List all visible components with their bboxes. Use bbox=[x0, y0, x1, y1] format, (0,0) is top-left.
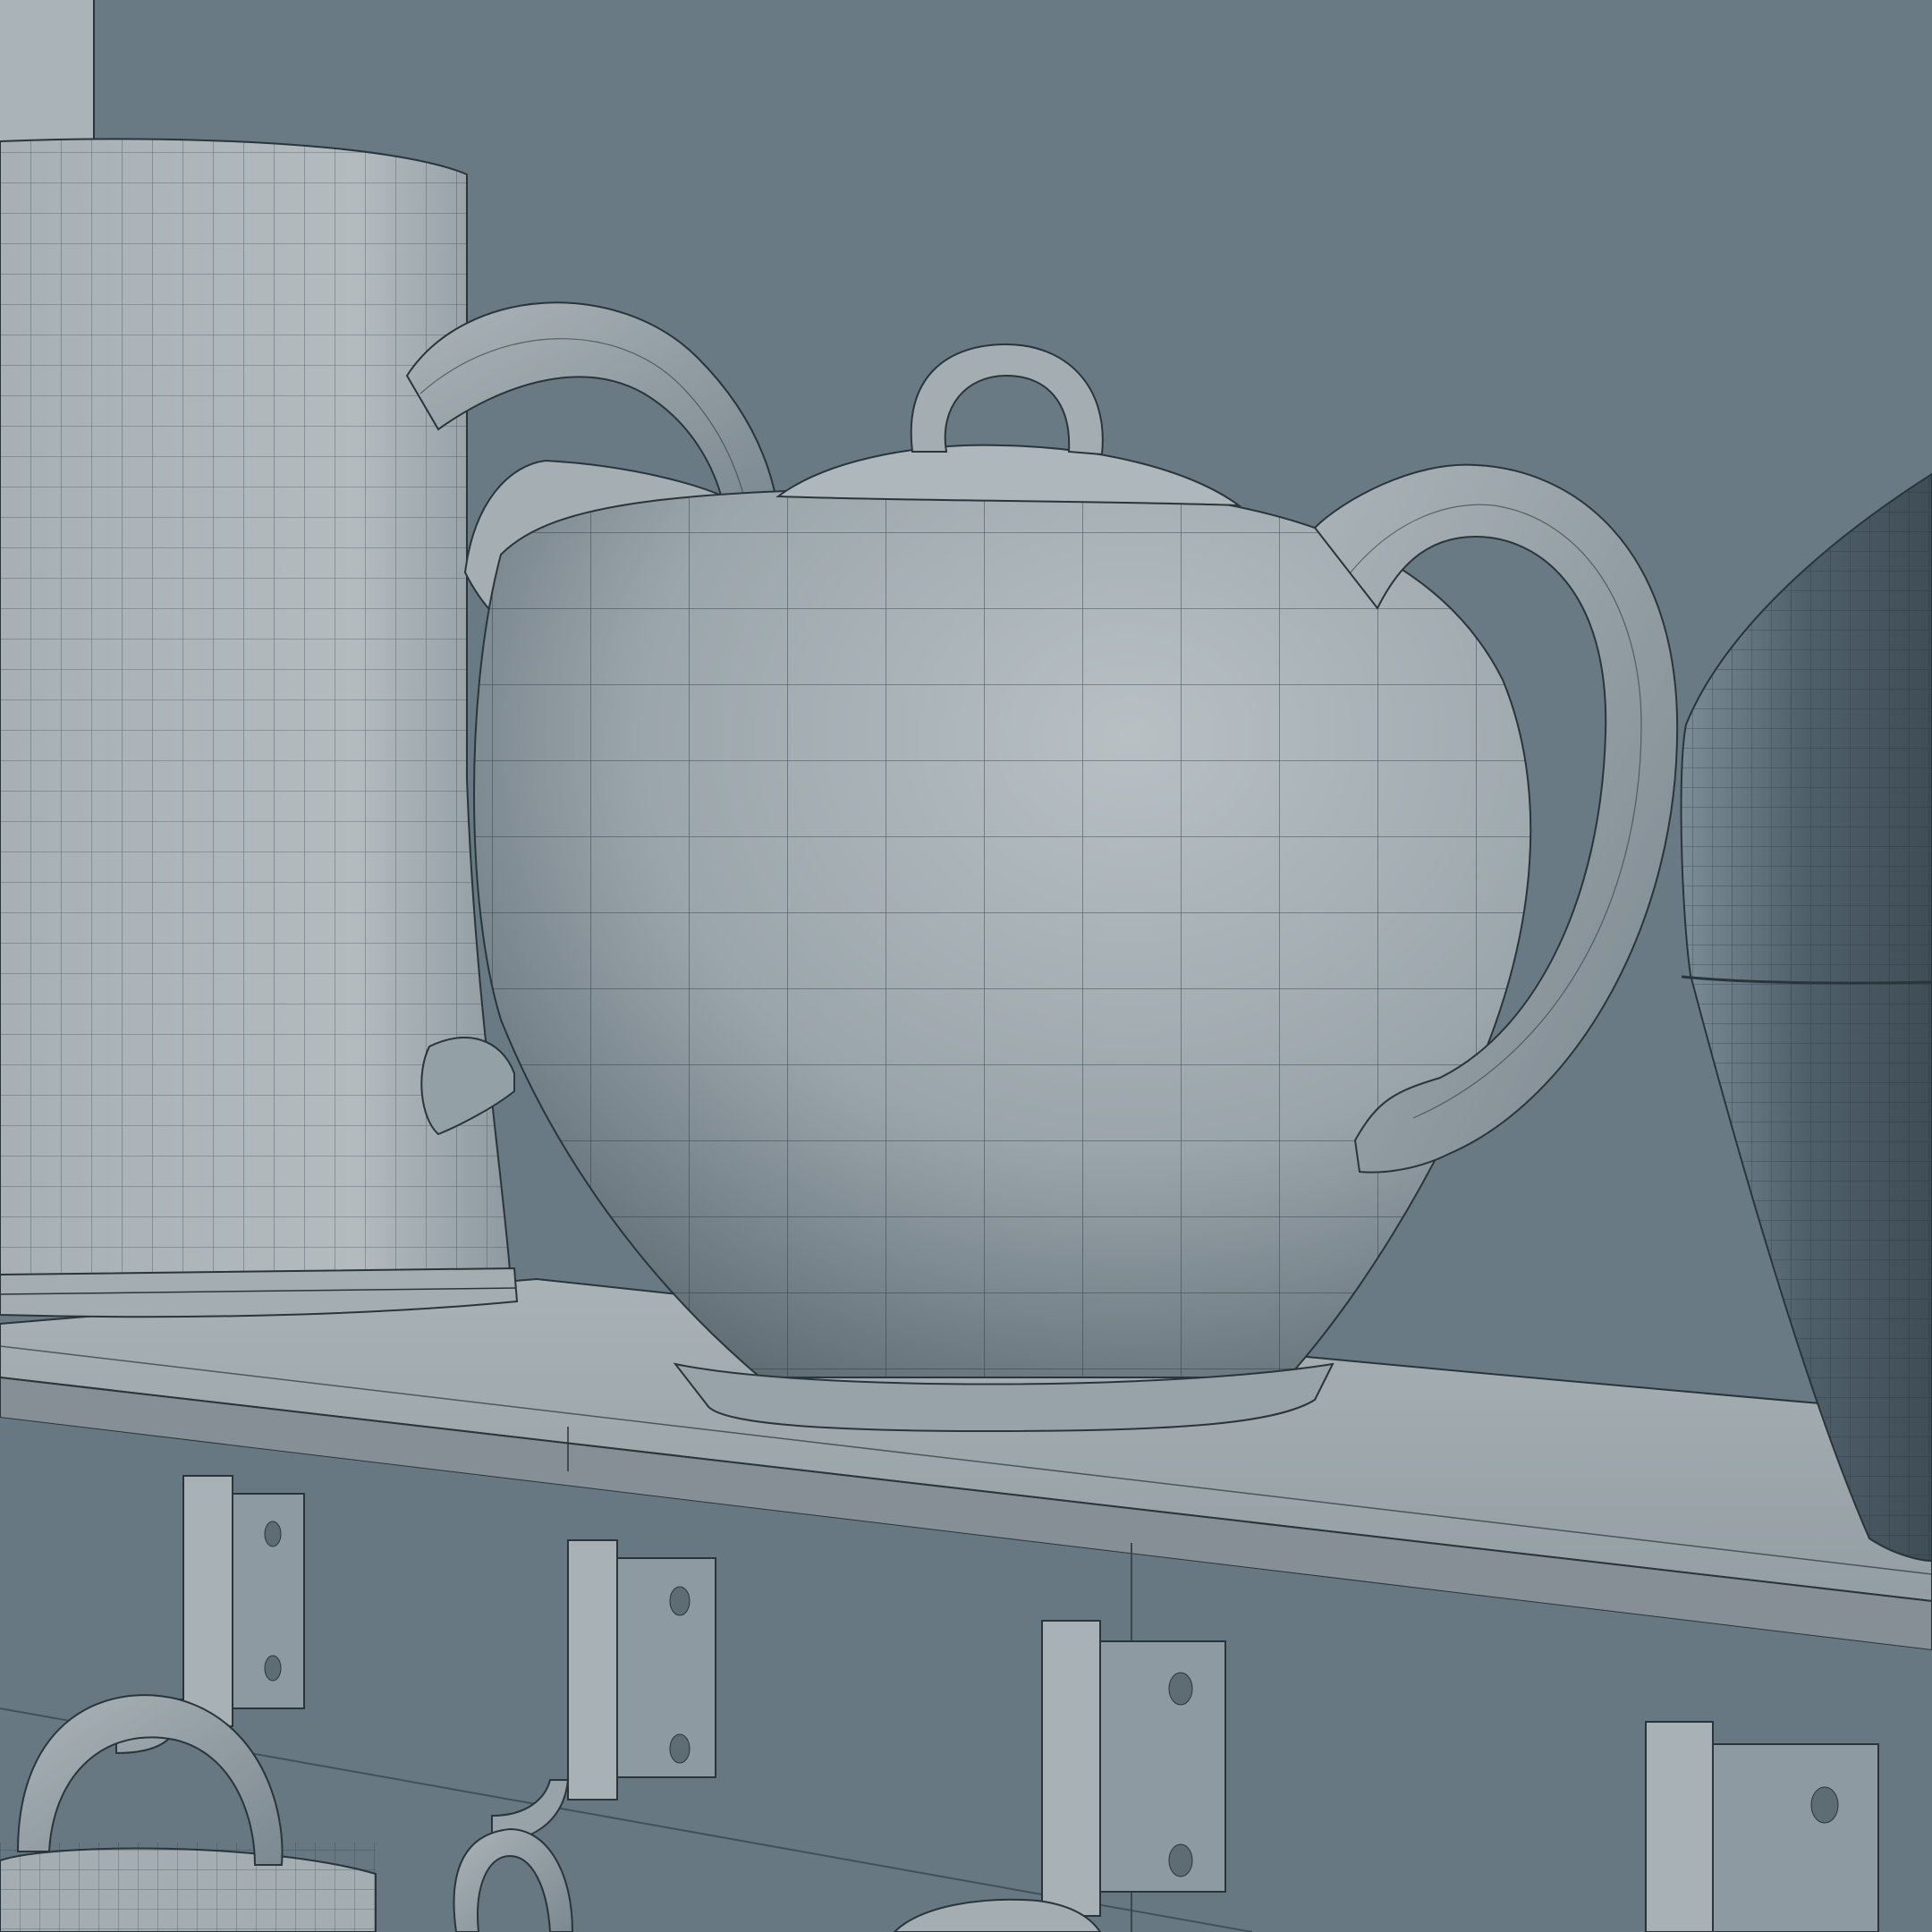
wall-hook bbox=[1645, 1721, 1879, 1932]
wall-corner-panel bbox=[0, 0, 94, 143]
render-canvas bbox=[0, 0, 1932, 1932]
wall-hook bbox=[1041, 1620, 1226, 1917]
